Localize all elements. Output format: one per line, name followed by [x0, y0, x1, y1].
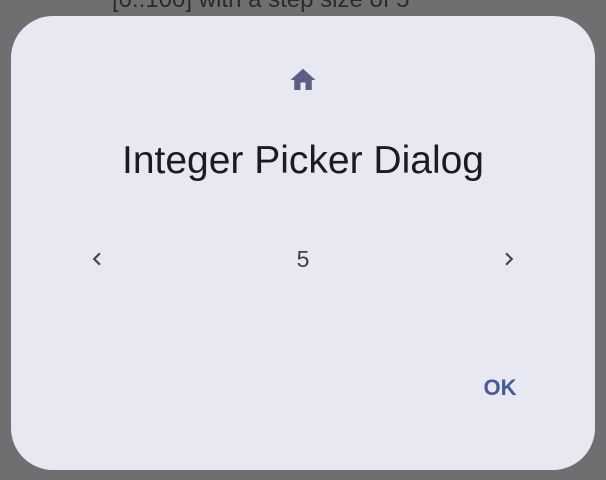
chevron-right-icon	[505, 252, 514, 266]
background-description-text: [0..100] with a step size of 5	[112, 0, 410, 14]
integer-picker: 5	[11, 236, 595, 284]
increment-button[interactable]	[494, 244, 524, 274]
ok-button[interactable]: OK	[469, 368, 531, 408]
integer-picker-dialog: Integer Picker Dialog 5 OK	[11, 16, 595, 470]
dialog-title: Integer Picker Dialog	[121, 139, 484, 182]
home-icon	[286, 65, 320, 95]
